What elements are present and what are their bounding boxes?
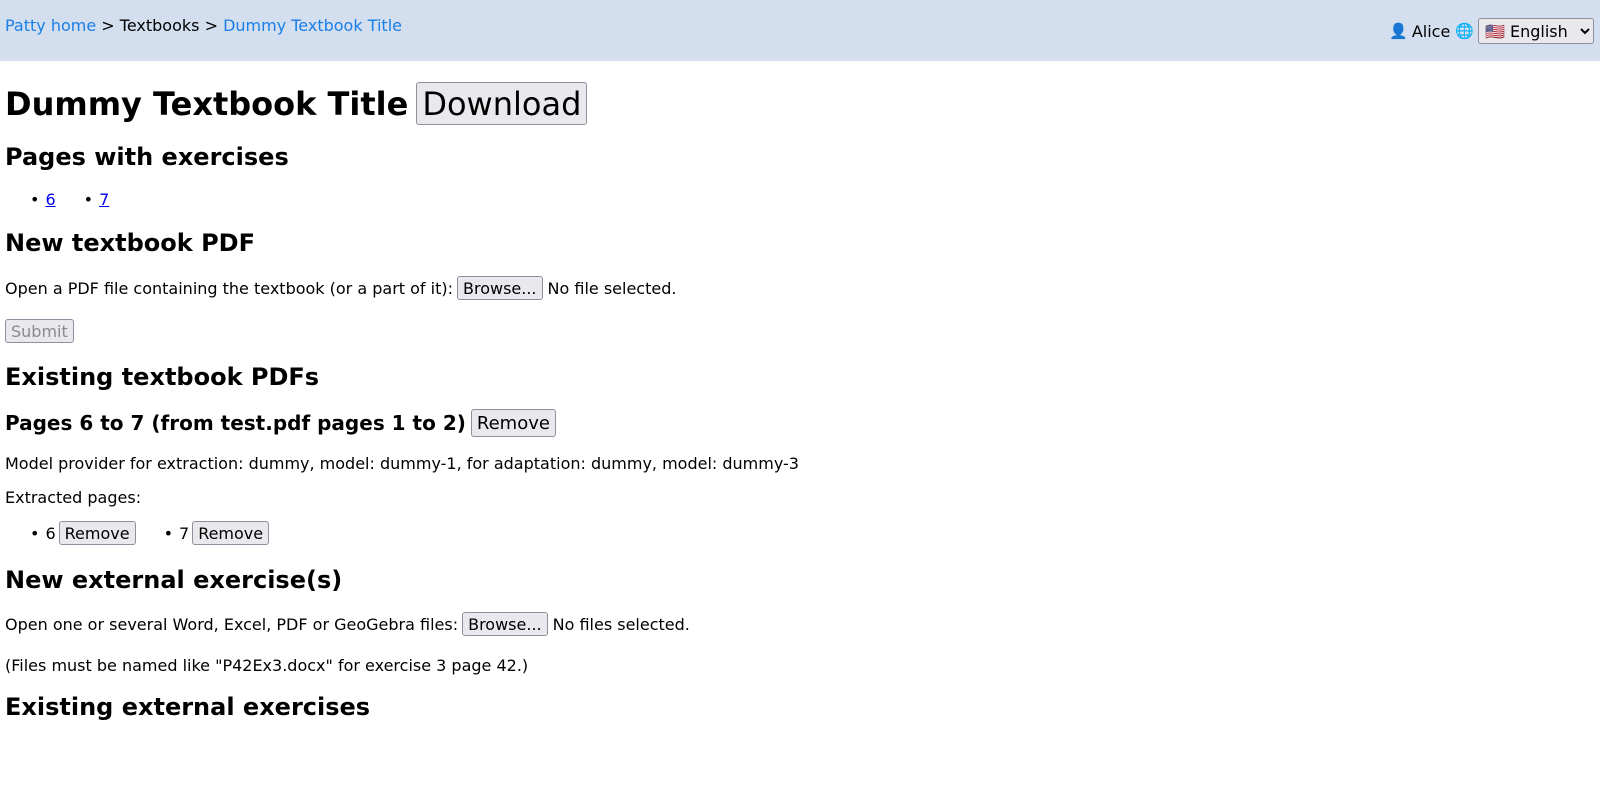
pdf-file-status: No file selected. xyxy=(547,278,677,298)
browse-external-button[interactable]: Browse... xyxy=(462,612,548,636)
list-item: 6 Remove xyxy=(30,521,136,545)
list-item: 7 xyxy=(84,190,109,209)
breadcrumb-current-link[interactable]: Dummy Textbook Title xyxy=(223,16,402,35)
user-icon: 👤 xyxy=(1389,22,1408,40)
top-bar: Patty home > Textbooks > Dummy Textbook … xyxy=(0,0,1600,61)
remove-page-button[interactable]: Remove xyxy=(58,521,136,545)
external-file-picker: Open one or several Word, Excel, PDF or … xyxy=(5,612,690,636)
download-button[interactable]: Download xyxy=(416,82,588,125)
existing-pdfs-heading: Existing textbook PDFs xyxy=(5,363,320,391)
remove-pdf-button[interactable]: Remove xyxy=(470,409,556,437)
submit-button[interactable]: Submit xyxy=(5,319,74,343)
pdf-file-label: Open a PDF file containing the textbook … xyxy=(5,278,453,298)
page-title-row: Dummy Textbook Title Download xyxy=(5,82,588,125)
language-select[interactable]: 🇺🇸 English xyxy=(1478,18,1594,44)
globe-icon: 🌐 xyxy=(1455,22,1474,40)
extracted-page-number: 7 xyxy=(179,523,190,543)
user-name: Alice xyxy=(1411,21,1451,41)
list-item: 6 xyxy=(30,190,55,209)
new-textbook-pdf-heading: New textbook PDF xyxy=(5,229,255,257)
breadcrumb-separator: > xyxy=(96,16,120,35)
breadcrumb: Patty home > Textbooks > Dummy Textbook … xyxy=(5,16,402,36)
list-item: 7 Remove xyxy=(164,521,270,545)
user-area: 👤 Alice 🌐 🇺🇸 English xyxy=(1389,18,1594,44)
page-link-7[interactable]: 7 xyxy=(99,190,109,209)
pdf-entry-title-row: Pages 6 to 7 (from test.pdf pages 1 to 2… xyxy=(5,409,556,437)
breadcrumb-home-link[interactable]: Patty home xyxy=(5,16,96,35)
pdf-entry-title: Pages 6 to 7 (from test.pdf pages 1 to 2… xyxy=(5,411,466,435)
pages-list: 6 7 xyxy=(30,190,137,209)
page-title: Dummy Textbook Title xyxy=(5,84,409,123)
file-naming-note: (Files must be named like "P42Ex3.docx" … xyxy=(5,656,529,675)
pages-with-exercises-heading: Pages with exercises xyxy=(5,143,289,171)
extracted-page-number: 6 xyxy=(45,523,56,543)
external-file-label: Open one or several Word, Excel, PDF or … xyxy=(5,614,459,634)
browse-pdf-button[interactable]: Browse... xyxy=(457,276,543,300)
pdf-file-picker: Open a PDF file containing the textbook … xyxy=(5,276,676,300)
remove-page-button[interactable]: Remove xyxy=(192,521,270,545)
breadcrumb-separator: > xyxy=(199,16,224,35)
existing-external-exercises-heading: Existing external exercises xyxy=(5,693,371,721)
external-file-status: No files selected. xyxy=(552,614,690,634)
breadcrumb-textbooks: Textbooks xyxy=(119,16,200,35)
new-external-exercises-heading: New external exercise(s) xyxy=(5,566,343,594)
model-info: Model provider for extraction: dummy, mo… xyxy=(5,454,799,473)
extracted-pages-label: Extracted pages: xyxy=(5,488,142,507)
page-link-6[interactable]: 6 xyxy=(45,190,55,209)
extracted-pages-list: 6 Remove 7 Remove xyxy=(30,521,297,545)
